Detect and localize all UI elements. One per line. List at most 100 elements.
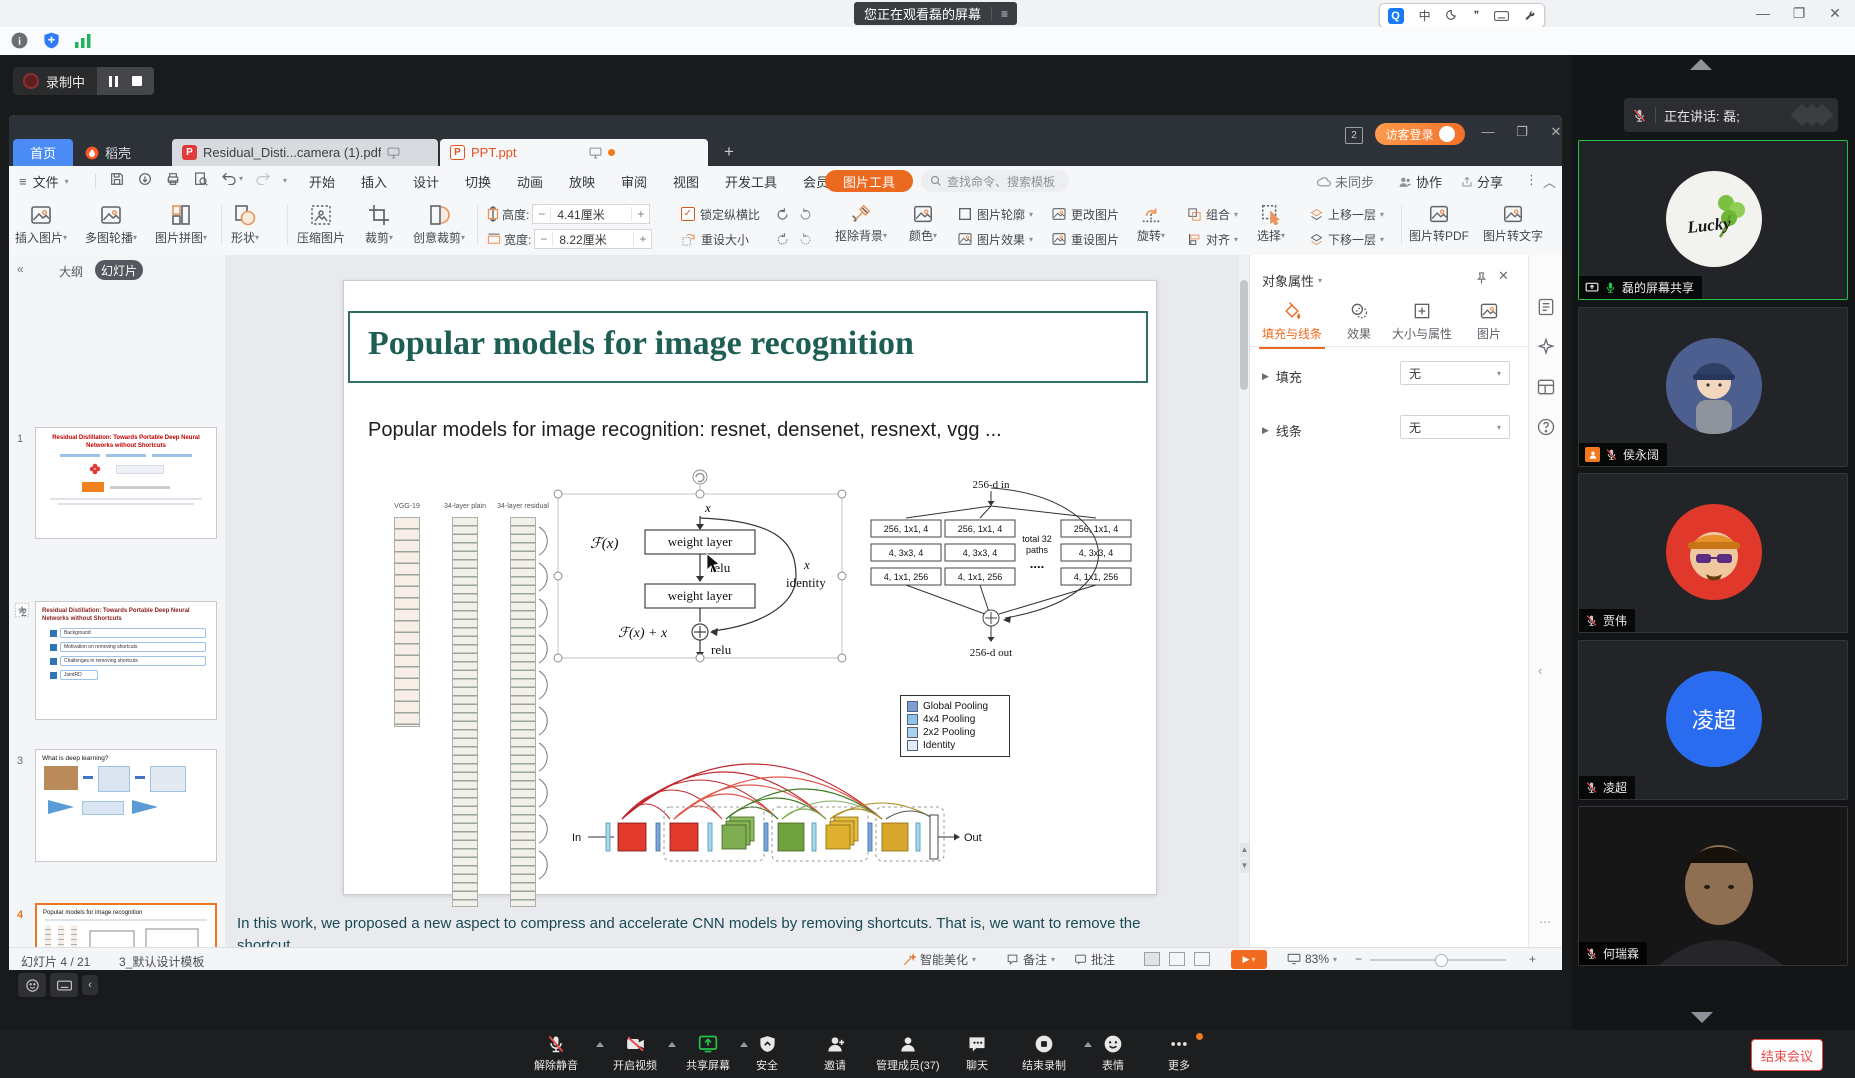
- picture-effects-button[interactable]: 图片效果▾: [957, 229, 1033, 249]
- height-minus-button[interactable]: −: [533, 207, 551, 221]
- picture-carousel-button[interactable]: 多图轮播▾: [85, 203, 137, 246]
- slide-thumbnail-2[interactable]: Residual Distillation: Towards Portable …: [35, 601, 217, 720]
- new-tab-button[interactable]: +: [724, 142, 734, 162]
- guest-login-button[interactable]: 访客登录: [1375, 123, 1465, 145]
- meeting-info-icon[interactable]: i: [10, 31, 29, 50]
- manage-members-button[interactable]: 管理成员(37): [876, 1034, 940, 1073]
- panel-collapse-chevron[interactable]: ‹: [1538, 663, 1542, 678]
- reading-view-button[interactable]: [1194, 952, 1210, 966]
- close-button[interactable]: ✕: [1822, 5, 1848, 22]
- flip-icons[interactable]: [775, 229, 813, 249]
- tab-effects[interactable]: 效果: [1342, 301, 1376, 342]
- tab-ppt-document[interactable]: P PPT.ppt: [440, 139, 708, 166]
- lock-aspect-checkbox[interactable]: ✓锁定纵横比: [681, 204, 760, 224]
- collapse-sidebar-icon[interactable]: «: [17, 262, 24, 276]
- unmute-button[interactable]: 解除静音: [534, 1034, 578, 1073]
- command-search-input[interactable]: 查找命令、搜索模板: [921, 170, 1069, 192]
- print-preview-icon[interactable]: [193, 171, 209, 187]
- stop-recording-button[interactable]: [132, 76, 142, 86]
- crop-button[interactable]: 裁剪▾: [365, 203, 393, 246]
- vgg-column[interactable]: [394, 517, 420, 727]
- fill-section-row[interactable]: ▶填充: [1262, 367, 1302, 386]
- redo-button[interactable]: [255, 171, 271, 185]
- compress-picture-button[interactable]: 压缩图片: [297, 203, 345, 246]
- more-button[interactable]: 更多: [1168, 1034, 1190, 1073]
- rotate-button[interactable]: 旋转▾: [1137, 203, 1165, 244]
- send-backward-button[interactable]: 下移一层▾: [1309, 229, 1384, 249]
- tab-fill-and-line[interactable]: 填充与线条: [1259, 301, 1325, 342]
- share-screen-button[interactable]: 共享屏幕: [686, 1034, 730, 1073]
- collapse-tools-chevron[interactable]: ‹: [82, 975, 98, 995]
- moon-icon[interactable]: [1446, 9, 1459, 22]
- maximize-button[interactable]: ❐: [1786, 5, 1812, 22]
- participant-tile-screen-share[interactable]: Lucky 磊的屏幕共享: [1578, 140, 1848, 300]
- smart-beautify-button[interactable]: 智能美化▾: [902, 951, 976, 968]
- qat-more-icon[interactable]: ▾: [283, 176, 287, 185]
- bring-forward-button[interactable]: 上移一层▾: [1309, 204, 1384, 224]
- wps-maximize-button[interactable]: ❐: [1511, 123, 1533, 141]
- width-minus-button[interactable]: −: [535, 232, 553, 246]
- pin-icon[interactable]: [1474, 271, 1489, 286]
- creative-crop-button[interactable]: 创意裁剪▾: [413, 203, 465, 246]
- sorter-view-button[interactable]: [1169, 952, 1185, 966]
- participant-tile[interactable]: 何瑞霖: [1578, 806, 1848, 966]
- security-button[interactable]: 安全: [756, 1034, 778, 1073]
- next-slide-button[interactable]: ▼: [1240, 859, 1249, 873]
- tab-picture[interactable]: 图片: [1472, 301, 1506, 342]
- reactions-button[interactable]: 表情: [1102, 1034, 1124, 1073]
- line-section-row[interactable]: ▶线条: [1262, 421, 1302, 440]
- file-menu[interactable]: ≡文件▾: [19, 172, 69, 191]
- width-stepper[interactable]: − 8.22厘米 +: [534, 229, 652, 249]
- menu-animation[interactable]: 动画: [517, 172, 543, 191]
- reaction-emoji-button[interactable]: [18, 973, 46, 997]
- undo-button[interactable]: ▾: [221, 171, 243, 185]
- scroll-up-arrow[interactable]: [1690, 59, 1712, 70]
- width-plus-button[interactable]: +: [633, 232, 651, 246]
- picture-color-button[interactable]: 颜色▾: [909, 203, 937, 244]
- participant-tile[interactable]: 凌超 凌超: [1578, 640, 1848, 800]
- comments-button[interactable]: 批注: [1074, 951, 1115, 968]
- record-options-caret[interactable]: [1084, 1042, 1092, 1047]
- tab-count-button[interactable]: 2: [1345, 127, 1363, 144]
- zoom-slider-handle[interactable]: [1435, 954, 1448, 967]
- wrench-icon[interactable]: [1524, 10, 1536, 22]
- current-slide[interactable]: Popular models for image recognition Pop…: [343, 280, 1157, 895]
- ime-mode-icon[interactable]: Q: [1388, 8, 1404, 24]
- remove-background-button[interactable]: 抠除背景▾: [835, 203, 887, 244]
- slide-thumbnail-1[interactable]: Residual Distillation: Towards Portable …: [35, 427, 217, 539]
- keyboard-icon[interactable]: [1494, 10, 1509, 22]
- change-picture-button[interactable]: 更改图片: [1051, 204, 1119, 224]
- sync-status[interactable]: 未同步: [1316, 172, 1374, 191]
- plain-column[interactable]: [452, 517, 478, 907]
- zoom-level-button[interactable]: 83%▾: [1287, 952, 1337, 966]
- height-plus-button[interactable]: +: [631, 207, 649, 221]
- wps-minimize-button[interactable]: —: [1477, 123, 1499, 141]
- video-options-caret[interactable]: [668, 1042, 676, 1047]
- menubar-more-icon[interactable]: ⋮: [1525, 172, 1538, 188]
- network-signal-icon[interactable]: [74, 33, 92, 48]
- residual-block-diagram[interactable]: x weight layer ℱ(x) relu weight layer ℱ(…: [550, 466, 850, 666]
- participant-tile[interactable]: 贾伟: [1578, 473, 1848, 633]
- ime-lang-icon[interactable]: 中: [1419, 7, 1431, 24]
- align-button[interactable]: 对齐▾: [1187, 229, 1238, 249]
- picture-outline-button[interactable]: 图片轮廓▾: [957, 204, 1033, 224]
- reset-picture-button[interactable]: 重设图片: [1051, 229, 1119, 249]
- mic-options-caret[interactable]: [596, 1042, 604, 1047]
- zoom-out-button[interactable]: −: [1355, 952, 1362, 966]
- slide-body-text[interactable]: Popular models for image recognition: re…: [368, 419, 1002, 442]
- end-meeting-button[interactable]: 结束会议: [1751, 1039, 1823, 1071]
- picture-to-text-button[interactable]: 图片转文字: [1483, 203, 1543, 244]
- zoom-in-button[interactable]: +: [1529, 952, 1536, 966]
- canvas-scrollbar-thumb[interactable]: [1240, 280, 1248, 390]
- rail-sparkle-icon[interactable]: [1536, 337, 1556, 357]
- notes-button[interactable]: 备注▾: [1006, 951, 1055, 968]
- invite-button[interactable]: 邀请: [824, 1034, 846, 1073]
- annotation-tools-button[interactable]: [50, 973, 78, 997]
- ime-punct-icon[interactable]: ❞: [1474, 10, 1479, 21]
- insert-picture-button[interactable]: 插入图片▾: [15, 203, 67, 246]
- menu-view[interactable]: 视图: [673, 172, 699, 191]
- shield-icon[interactable]: [42, 31, 61, 50]
- shapes-button[interactable]: 形状▾: [231, 203, 259, 246]
- menu-review[interactable]: 审阅: [621, 172, 647, 191]
- rail-more-icon[interactable]: ⋯: [1539, 915, 1551, 929]
